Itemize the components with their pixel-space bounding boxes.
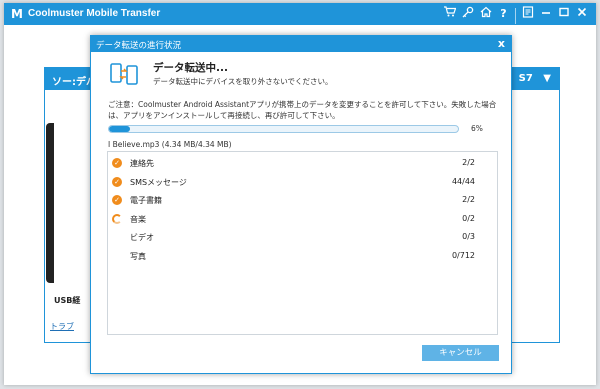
dialog-title: データ転送の進行状況 (96, 41, 182, 51)
title-bar: M Coolmuster Mobile Transfer ? (4, 3, 596, 25)
cancel-button[interactable]: キャンセル (422, 345, 499, 361)
item-count: 0/712 (451, 250, 475, 260)
item-count: 2/2 (462, 195, 475, 204)
list-item: 音楽 0/2 (108, 210, 497, 228)
close-icon[interactable] (573, 6, 590, 22)
pending-icon (112, 232, 122, 242)
pending-icon (112, 251, 122, 261)
progress-percent: 6% (471, 124, 483, 133)
app-title: Coolmuster Mobile Transfer (28, 8, 161, 19)
phone-image (46, 123, 54, 283)
cart-icon[interactable] (441, 6, 458, 22)
transfer-subheading: データ転送中にデバイスを取り外さないでください。 (153, 77, 333, 86)
item-label: 電子書籍 (130, 196, 162, 205)
list-item: ✓ 電子書籍 2/2 (108, 191, 497, 209)
item-label: 連絡先 (130, 159, 154, 168)
chevron-down-icon[interactable]: ▼ (543, 73, 551, 84)
feedback-icon[interactable] (519, 6, 536, 22)
item-label: ビデオ (130, 233, 154, 242)
item-count: 44/44 (451, 176, 475, 186)
check-icon: ✓ (112, 176, 122, 187)
list-item: 写真 0/712 (108, 247, 497, 265)
transfer-heading: データ転送中... (153, 62, 228, 74)
list-item: ✓ 連絡先 2/2 (108, 154, 497, 172)
permission-note: ご注意：Coolmuster Android Assistantアプリが携帯上の… (108, 100, 497, 120)
item-label: 音楽 (130, 214, 146, 224)
app-logo-icon: M (11, 7, 23, 21)
minimize-icon[interactable] (537, 6, 554, 22)
transfer-devices-icon (110, 63, 138, 85)
device-selector[interactable]: S7 ▼ (519, 73, 551, 84)
check-icon: ✓ (112, 158, 122, 168)
list-item: ビデオ 0/3 (108, 228, 497, 246)
transfer-item-list: ✓ 連絡先 2/2 ✓ SMSメッセージ 44/44 ✓ 電子書籍 2/2 音楽 0/2 ビデオ 0/3… (107, 151, 498, 335)
list-item: ✓ SMSメッセージ 44/44 (108, 173, 497, 191)
title-bar-icons: ? (441, 6, 590, 26)
dialog-title-bar: データ転送の進行状況 x (91, 36, 511, 52)
key-icon[interactable] (459, 6, 476, 22)
item-label: SMSメッセージ (130, 177, 187, 187)
progress-bar-fill (109, 126, 130, 132)
usb-label: USB経 (54, 296, 81, 305)
item-count: 0/3 (462, 232, 475, 241)
current-file: I Believe.mp3 (4.34 MB/4.34 MB) (108, 140, 232, 149)
dialog-close-icon[interactable]: x (498, 37, 505, 50)
loading-spinner-icon (112, 213, 122, 224)
title-bar-divider (515, 8, 516, 24)
home-icon[interactable] (477, 6, 494, 22)
item-count: 0/2 (462, 213, 475, 223)
troubleshoot-link[interactable]: トラブ (50, 321, 74, 332)
transfer-progress-dialog: データ転送の進行状況 x データ転送中... データ転送中にデバイスを取り外さな… (90, 35, 512, 374)
help-icon[interactable]: ? (495, 6, 512, 22)
check-icon: ✓ (112, 195, 122, 205)
progress-bar (108, 125, 459, 133)
item-count: 2/2 (462, 158, 475, 167)
device-name: S7 (518, 73, 533, 84)
maximize-icon[interactable] (555, 6, 572, 22)
item-label: 写真 (130, 251, 146, 261)
